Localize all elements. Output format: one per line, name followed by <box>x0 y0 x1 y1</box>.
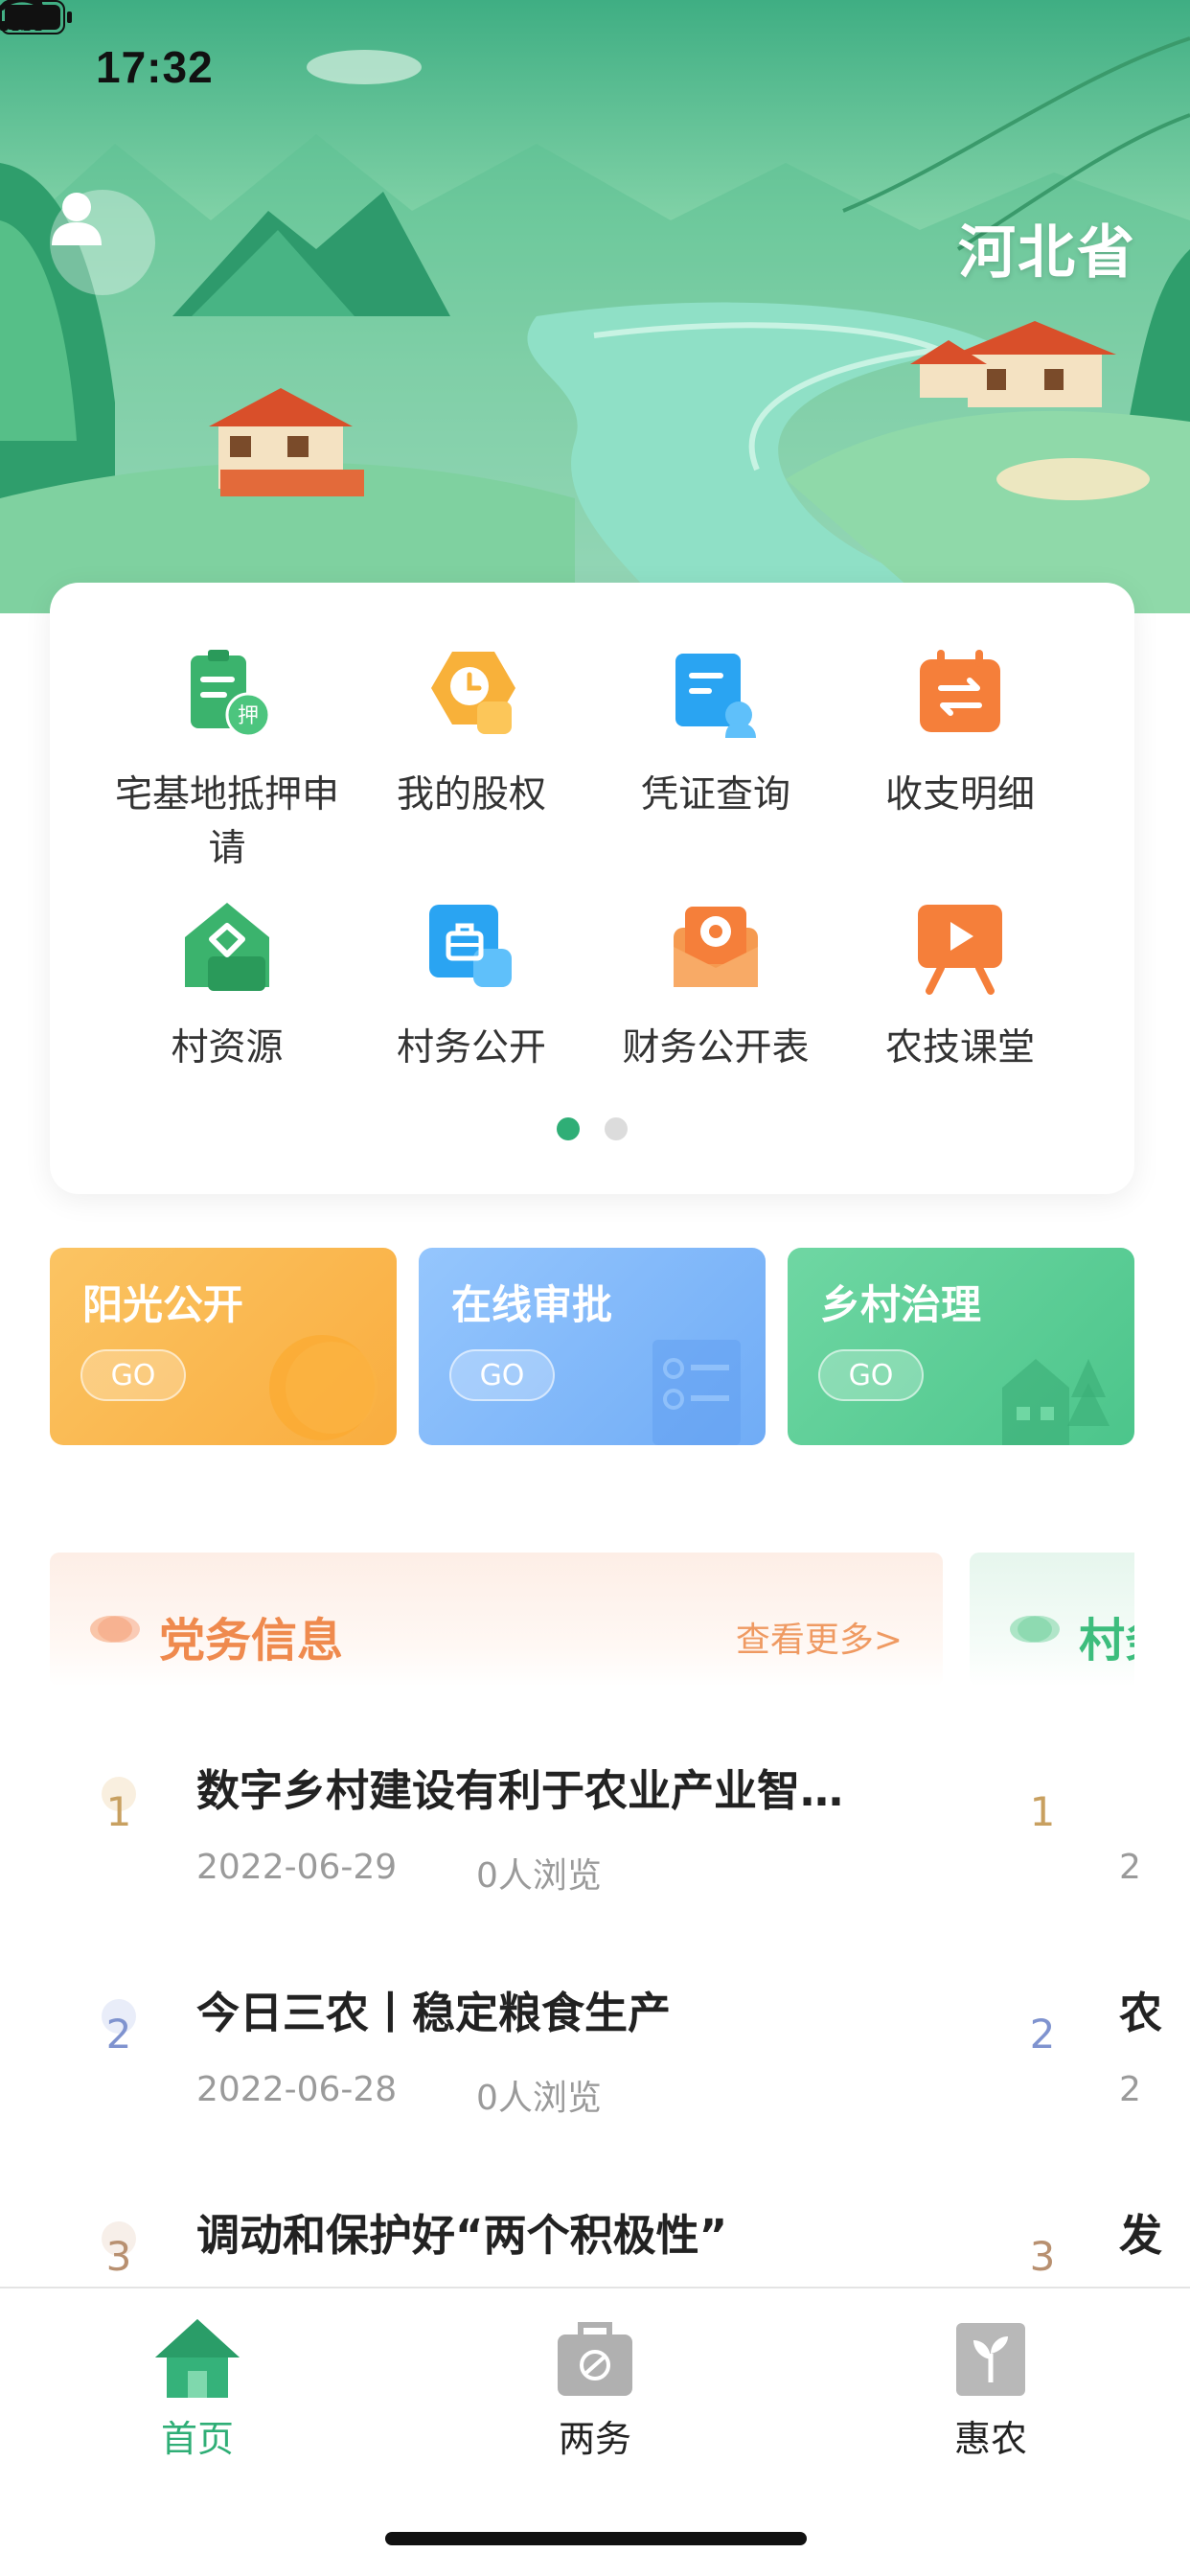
menu-item-income-expense[interactable]: 收支明细 <box>840 646 1080 822</box>
news-item[interactable]: 3 调动和保护好“两个积极性” 3 发 <box>0 2170 1190 2290</box>
quick-card-title: 阳光公开 <box>82 1281 244 1328</box>
voucher-search-icon <box>675 654 756 738</box>
section-title: 村务信息 <box>1079 1614 1134 1668</box>
hero-banner: 17:32 河北省 <box>0 0 1190 613</box>
see-more-link[interactable]: 查看更多> <box>736 1612 903 1662</box>
village-affairs-icon <box>429 905 512 987</box>
home-indicator[interactable] <box>385 2532 807 2545</box>
news-date: 2022-06-28 <box>196 2070 398 2109</box>
equity-clock-icon <box>431 652 515 734</box>
quick-card-title: 乡村治理 <box>820 1281 982 1328</box>
menu-label: 农技课堂 <box>884 1026 1035 1070</box>
mortgage-badge: 押 <box>238 704 259 728</box>
tab-two-affairs[interactable]: 两务 <box>490 2315 700 2462</box>
news-views: 0人浏览 <box>476 2079 602 2118</box>
menu-label: 村务公开 <box>396 1026 546 1070</box>
party-section-icon <box>90 1616 140 1643</box>
menu-label: 凭证查询 <box>640 773 790 816</box>
news-rank: 1 <box>1029 1788 1056 1835</box>
tab-benefit-farmers[interactable]: 惠农 <box>885 2315 1096 2462</box>
news-rank: 1 <box>105 1788 132 1835</box>
province-selector[interactable]: 河北省 <box>958 206 1136 289</box>
income-expense-icon <box>920 650 1000 732</box>
service-menu-card: 押 宅基地抵押申请 我的股权 凭证查询 收支明细 村资源 村务公开 财务公开表 … <box>50 583 1134 1194</box>
menu-item-farm-class[interactable]: 农技课堂 <box>840 899 1080 1075</box>
page-indicator[interactable] <box>50 1117 1134 1140</box>
tab-label: 两务 <box>558 2418 631 2460</box>
village-affairs-header[interactable]: 村务信息 <box>970 1552 1134 1687</box>
news-rank: 2 <box>105 2011 132 2058</box>
battery-icon <box>0 0 72 34</box>
village-house-icon <box>1002 1359 1110 1445</box>
news-title: 今日三农丨稳定粮食生产 <box>196 1988 672 2038</box>
avatar[interactable] <box>50 190 155 295</box>
news-rank: 2 <box>1029 2011 1056 2058</box>
status-bar: 17:32 <box>0 0 1190 134</box>
news-title: 调动和保护好“两个积极性” <box>196 2210 728 2261</box>
menu-label: 财务公开表 <box>622 1026 810 1070</box>
page-dot-active[interactable] <box>557 1117 580 1140</box>
farm-class-icon <box>918 905 1002 995</box>
news-date: 2 <box>1119 1848 1141 1887</box>
village-section-icon <box>1010 1616 1060 1643</box>
status-time: 17:32 <box>96 42 214 92</box>
menu-item-homestead-mortgage[interactable]: 押 宅基地抵押申请 <box>107 646 347 876</box>
tab-home[interactable]: 首页 <box>92 2315 303 2462</box>
party-affairs-header: 党务信息 查看更多> <box>50 1552 943 1687</box>
news-item[interactable]: 1 数字乡村建设有利于农业产业智… 2022-06-29 0人浏览 1 2 <box>0 1725 1190 1947</box>
menu-item-voucher-search[interactable]: 凭证查询 <box>596 646 835 822</box>
news-rank: 3 <box>105 2233 132 2280</box>
quick-card-village-governance[interactable]: 乡村治理 GO <box>788 1248 1134 1445</box>
news-title: 农 <box>1119 1988 1163 2038</box>
go-button[interactable]: GO <box>80 1349 186 1401</box>
news-title: 数字乡村建设有利于农业产业智… <box>196 1765 844 1816</box>
village-resource-icon <box>185 903 269 991</box>
quick-card-title: 在线审批 <box>451 1281 613 1328</box>
finance-table-icon <box>674 907 758 987</box>
menu-label: 我的股权 <box>396 773 546 816</box>
coin-icon <box>269 1335 378 1440</box>
quick-card-sunshine[interactable]: 阳光公开 GO <box>50 1248 397 1445</box>
briefcase-icon <box>558 2322 632 2396</box>
menu-label: 宅基地抵押申请 <box>114 773 339 870</box>
menu-item-finance-table[interactable]: 财务公开表 <box>596 899 835 1075</box>
tab-label: 首页 <box>160 2418 234 2460</box>
news-rank: 3 <box>1029 2233 1056 2280</box>
menu-item-village-affairs[interactable]: 村务公开 <box>352 899 591 1075</box>
news-views: 0人浏览 <box>476 1856 602 1896</box>
news-title: 发 <box>1119 2210 1163 2261</box>
tab-label: 惠农 <box>953 2418 1027 2460</box>
quick-card-online-approval[interactable]: 在线审批 GO <box>419 1248 766 1445</box>
menu-label: 村资源 <box>171 1026 284 1070</box>
go-button[interactable]: GO <box>449 1349 555 1401</box>
news-list: 1 数字乡村建设有利于农业产业智… 2022-06-29 0人浏览 1 2 2 … <box>0 1725 1190 2290</box>
mortgage-doc-icon: 押 <box>191 650 271 738</box>
section-title: 党务信息 <box>159 1614 344 1668</box>
home-icon <box>155 2319 240 2398</box>
menu-item-village-resources[interactable]: 村资源 <box>107 899 347 1075</box>
menu-item-my-equity[interactable]: 我的股权 <box>352 646 591 822</box>
news-date: 2022-06-29 <box>196 1848 398 1887</box>
go-button[interactable]: GO <box>818 1349 924 1401</box>
checklist-icon <box>652 1340 741 1445</box>
news-item[interactable]: 2 今日三农丨稳定粮食生产 2022-06-28 0人浏览 2 农 2 <box>0 1947 1190 2170</box>
user-icon <box>52 193 102 245</box>
sprout-icon <box>956 2323 1025 2396</box>
news-date: 2 <box>1119 2070 1141 2109</box>
menu-label: 收支明细 <box>884 773 1035 816</box>
page-dot[interactable] <box>605 1117 628 1140</box>
